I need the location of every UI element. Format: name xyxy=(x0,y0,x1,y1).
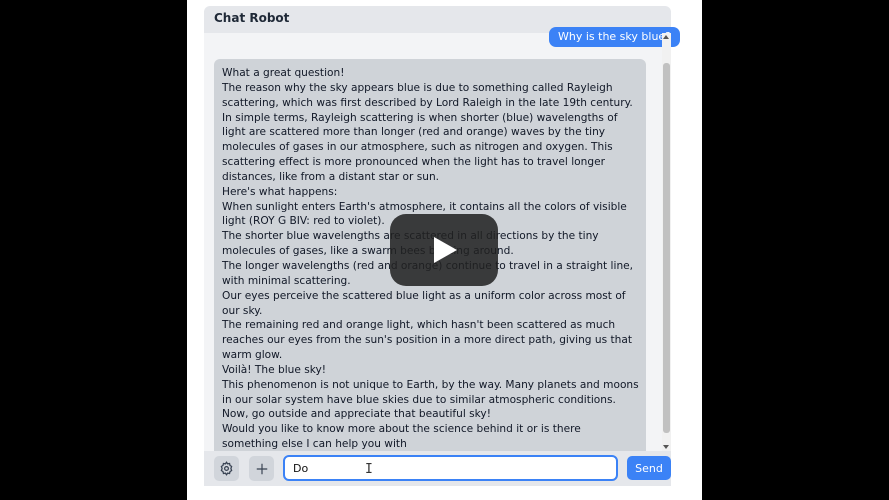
text-cursor-icon: I xyxy=(365,462,373,477)
play-icon xyxy=(434,237,457,263)
scroll-down-icon[interactable] xyxy=(663,445,669,449)
bot-message-line: What a great question! xyxy=(222,67,345,79)
settings-button[interactable] xyxy=(214,456,239,481)
message-input[interactable] xyxy=(283,455,618,481)
bot-message-line: This phenomenon is not unique to Earth, … xyxy=(222,378,639,406)
scrollbar-thumb[interactable] xyxy=(663,63,670,433)
user-message: Why is the sky blue? xyxy=(549,27,681,47)
add-attachment-button[interactable] xyxy=(249,456,274,481)
composer-bar: I Send xyxy=(204,451,671,486)
chat-scrollbar[interactable] xyxy=(662,33,671,451)
bot-message-line: Our eyes perceive the scattered blue lig… xyxy=(222,289,626,317)
gear-icon xyxy=(220,461,233,476)
bot-message-line: Would you like to know more about the sc… xyxy=(222,423,581,451)
bot-message-line: The reason why the sky appears blue is d… xyxy=(222,81,633,109)
send-button[interactable]: Send xyxy=(627,456,671,480)
bot-message-line: Voilà! The blue sky! xyxy=(222,363,327,376)
bot-message-line: In simple terms, Rayleigh scattering is … xyxy=(222,111,618,183)
plus-icon xyxy=(256,463,267,474)
bot-message-line: The remaining red and orange light, whic… xyxy=(222,319,633,362)
scroll-up-icon[interactable] xyxy=(663,35,669,39)
chat-title: Chat Robot xyxy=(214,11,290,25)
bot-message-line: Here's what happens: xyxy=(222,185,338,198)
play-button[interactable] xyxy=(390,214,498,286)
bot-message-line: Now, go outside and appreciate that beau… xyxy=(222,408,491,421)
